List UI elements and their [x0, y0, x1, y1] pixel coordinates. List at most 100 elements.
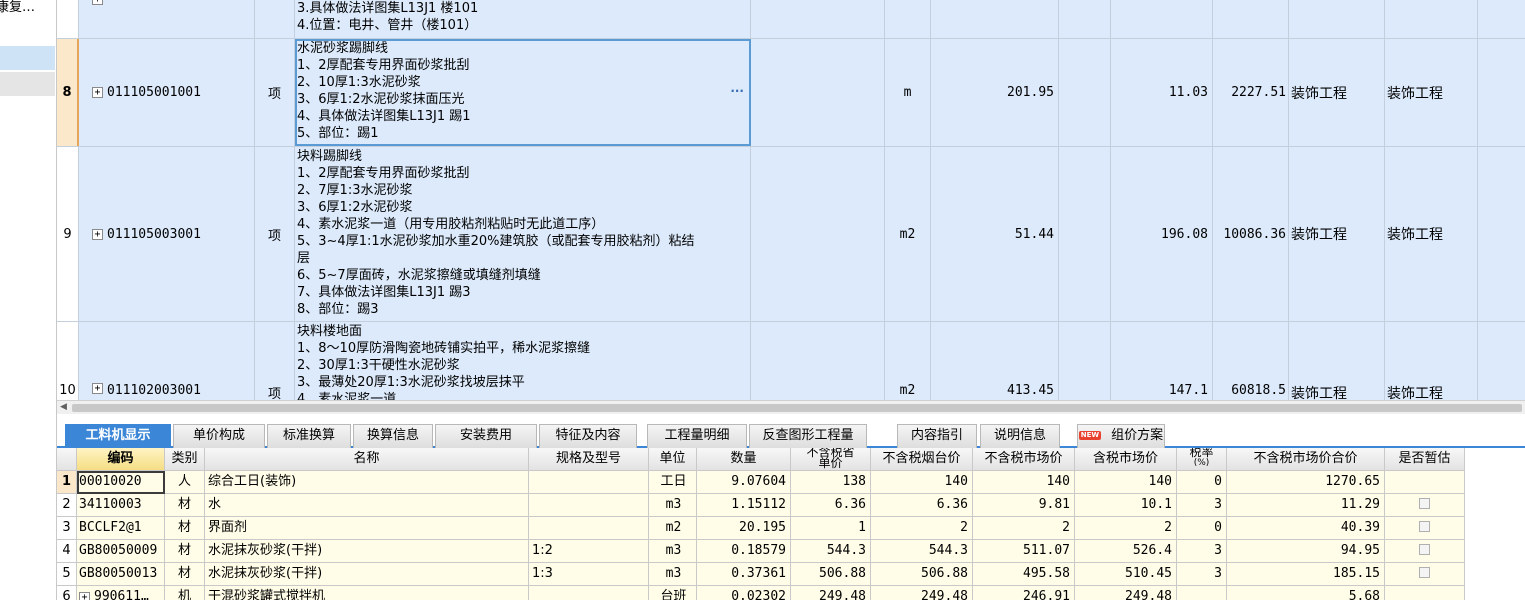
resource-cat[interactable]: 材: [165, 563, 205, 586]
bill-row[interactable]: 10 +011102003001 项块料楼地面 1、8～10厚防滑陶瓷地砖铺实拍平，稀…: [57, 322, 1525, 400]
column-header-unit[interactable]: 单位: [649, 448, 697, 471]
bill-row[interactable]: 9 +011105003001 项块料踢脚线 1、2厚配套专用界面砂浆批刮 2、7厚1:…: [57, 147, 1525, 322]
column-header-tax[interactable]: 税率 (%): [1177, 448, 1227, 471]
resource-cat[interactable]: 材: [165, 540, 205, 563]
resource-cat[interactable]: 材: [165, 517, 205, 540]
row-number[interactable]: 10: [57, 322, 79, 400]
resource-spec[interactable]: [529, 517, 649, 540]
tab-4[interactable]: 换算信息: [353, 424, 433, 448]
resource-name[interactable]: 界面剂: [205, 517, 529, 540]
resource-tax[interactable]: 0: [1177, 517, 1227, 540]
sidebar-item-project[interactable]: 康复…: [0, 0, 51, 20]
tab-6[interactable]: 特征及内容: [539, 424, 637, 448]
tab-9[interactable]: 内容指引: [897, 424, 977, 448]
resource-chk[interactable]: [1385, 471, 1465, 494]
column-header-pc[interactable]: 不含税市场价: [973, 448, 1075, 471]
tab-2[interactable]: 单价构成: [173, 424, 265, 448]
tab-1[interactable]: 工料机显示: [65, 424, 171, 448]
resource-ln[interactable]: 6: [57, 586, 77, 600]
resource-pc[interactable]: 140: [973, 471, 1075, 494]
resource-pd[interactable]: 2: [1075, 517, 1177, 540]
more-options-icon[interactable]: ···: [730, 83, 744, 100]
item-quantity[interactable]: 201.95: [931, 39, 1059, 146]
column-header-pb[interactable]: 不含税烟台价: [871, 448, 973, 471]
row-number[interactable]: 9: [57, 147, 79, 321]
resource-ln[interactable]: 2: [57, 494, 77, 517]
resource-pc[interactable]: 2: [973, 517, 1075, 540]
resource-row[interactable]: 1 00010020 人综合工日(装饰) 工日 9.07604 138 140 140 140 0…: [57, 471, 1465, 494]
expand-icon[interactable]: +: [92, 0, 103, 5]
resource-unit[interactable]: 台班: [649, 586, 697, 600]
resource-pa[interactable]: 544.3: [791, 540, 871, 563]
column-header-pd[interactable]: 含税市场价: [1075, 448, 1177, 471]
horizontal-scrollbar[interactable]: ◀: [57, 400, 1525, 414]
resource-total[interactable]: 5.68: [1227, 586, 1385, 600]
resource-pb[interactable]: 6.36: [871, 494, 973, 517]
resource-ln[interactable]: 5: [57, 563, 77, 586]
item-code-cell[interactable]: +011105001001: [79, 39, 255, 146]
item-quantity[interactable]: [931, 0, 1059, 38]
resource-pb[interactable]: 544.3: [871, 540, 973, 563]
resource-spec[interactable]: [529, 471, 649, 494]
item-description[interactable]: 块料楼地面 1、8～10厚防滑陶瓷地砖铺实拍平，稀水泥浆擦缝 2、30厚1:3干硬性…: [295, 322, 751, 400]
resource-tax[interactable]: 3: [1177, 563, 1227, 586]
resource-row[interactable]: 5 GB80050013 材水泥抹灰砂浆(干拌) 1:3 m3 0.37361 506.88…: [57, 563, 1465, 586]
resource-code[interactable]: +990611…: [77, 586, 165, 600]
provisional-checkbox[interactable]: [1419, 521, 1430, 532]
resource-cat[interactable]: 人: [165, 471, 205, 494]
column-header-pa[interactable]: 不含税省 单价: [791, 448, 871, 471]
expand-icon[interactable]: +: [92, 383, 103, 394]
scroll-thumb[interactable]: [72, 404, 1522, 412]
resource-tax[interactable]: 0: [1177, 471, 1227, 494]
resource-pd[interactable]: 249.48: [1075, 586, 1177, 600]
resource-cat[interactable]: 材: [165, 494, 205, 517]
column-header-spec[interactable]: 规格及型号: [529, 448, 649, 471]
tab-7[interactable]: 工程量明细: [647, 424, 747, 448]
bill-row[interactable]: 8 +011105001001 项水泥砂浆踢脚线 1、2厚配套专用界面砂浆批刮 2、10…: [57, 39, 1525, 147]
resource-qty[interactable]: 0.37361: [697, 563, 791, 586]
column-header-name[interactable]: 名称: [205, 448, 529, 471]
resource-pa[interactable]: 6.36: [791, 494, 871, 517]
resource-qty[interactable]: 20.195: [697, 517, 791, 540]
resource-pd[interactable]: 10.1: [1075, 494, 1177, 517]
resource-unit[interactable]: 工日: [649, 471, 697, 494]
resource-spec[interactable]: [529, 494, 649, 517]
resource-ln[interactable]: 3: [57, 517, 77, 540]
resource-qty[interactable]: 0.02302: [697, 586, 791, 600]
resource-pc[interactable]: 246.91: [973, 586, 1075, 600]
item-description[interactable]: 块料踢脚线 1、2厚配套专用界面砂浆批刮 2、7厚1:3水泥砂浆 3、6厚1:2水泥砂…: [295, 147, 751, 321]
resource-total[interactable]: 11.29: [1227, 494, 1385, 517]
resource-spec[interactable]: [529, 586, 649, 600]
resource-row[interactable]: 6 +990611… 机干混砂浆罐式搅拌机 台班 0.02302 249.48 249.48…: [57, 586, 1465, 600]
expand-icon[interactable]: +: [92, 87, 103, 98]
resource-code[interactable]: BCCLF2@1: [77, 517, 165, 540]
column-header-total[interactable]: 不含税市场价合价: [1227, 448, 1385, 471]
resource-chk[interactable]: [1385, 563, 1465, 586]
resource-pb[interactable]: 140: [871, 471, 973, 494]
resource-ln[interactable]: 1: [57, 471, 77, 494]
scroll-left-icon[interactable]: ◀: [60, 402, 67, 412]
resource-spec[interactable]: 1:3: [529, 563, 649, 586]
resource-qty[interactable]: 9.07604: [697, 471, 791, 494]
column-header-chk[interactable]: 是否暂估: [1385, 448, 1465, 471]
resource-total[interactable]: 185.15: [1227, 563, 1385, 586]
resource-pa[interactable]: 1: [791, 517, 871, 540]
resource-unit[interactable]: m3: [649, 540, 697, 563]
column-header-cat[interactable]: 类别: [165, 448, 205, 471]
resource-row[interactable]: 3 BCCLF2@1 材界面剂 m2 20.195 1 2 2 2 0 40.39: [57, 517, 1465, 540]
resource-code[interactable]: GB80050013: [77, 563, 165, 586]
provisional-checkbox[interactable]: [1419, 498, 1430, 509]
resource-row[interactable]: 4 GB80050009 材水泥抹灰砂浆(干拌) 1:2 m3 0.18579 544.3 5…: [57, 540, 1465, 563]
column-header-qty[interactable]: 数量: [697, 448, 791, 471]
resource-unit[interactable]: m3: [649, 494, 697, 517]
resource-tax[interactable]: 3: [1177, 540, 1227, 563]
sidebar-item[interactable]: [0, 72, 55, 96]
resource-name[interactable]: 水泥抹灰砂浆(干拌): [205, 540, 529, 563]
resource-total[interactable]: 40.39: [1227, 517, 1385, 540]
resource-qty[interactable]: 0.18579: [697, 540, 791, 563]
resource-ln[interactable]: 4: [57, 540, 77, 563]
item-quantity[interactable]: 413.45: [931, 322, 1059, 400]
column-header-code[interactable]: 编码: [77, 448, 165, 471]
bill-row[interactable]: +3.具体做法详图集L13J1 楼101 4.位置：电井、管井（楼101）: [57, 0, 1525, 39]
resource-unit[interactable]: m3: [649, 563, 697, 586]
